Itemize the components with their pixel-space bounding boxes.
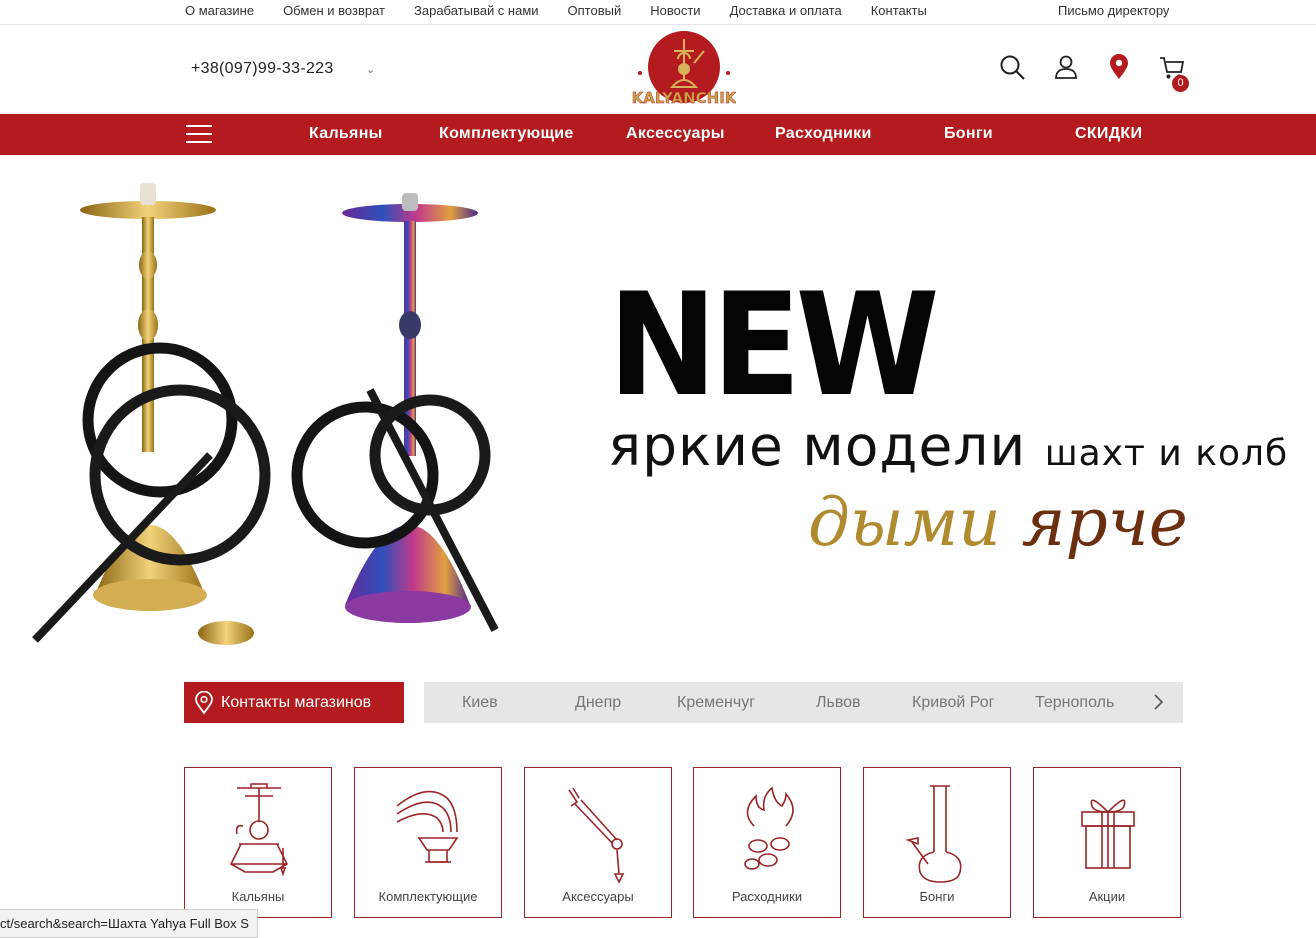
top-link-earn[interactable]: Зарабатывай с нами [414,3,539,18]
store-contacts-label: Контакты магазинов [221,693,372,711]
hero-subheadline-small: шахт и колб [1044,433,1289,474]
site-header: +38(097)99-33-223 ⌄ KALYANCHIK 0 [0,24,1316,115]
category-label: Аксессуары [562,889,634,904]
hero-script: дыми ярче [808,490,1188,556]
nav-components[interactable]: Комплектующие [439,125,574,143]
city-tab-ternopil[interactable]: Тернополь [1035,694,1114,712]
city-tab-kyiv[interactable]: Киев [462,694,498,712]
category-card-bongs[interactable]: Бонги [863,767,1011,918]
search-icon[interactable] [998,53,1026,81]
location-pin-icon [195,690,213,715]
city-tabs: Киев Днепр Кременчуг Львов Кривой Рог Те… [424,682,1183,723]
site-logo[interactable]: KALYANCHIK [631,29,738,111]
hero-subheadline: яркие модели шахт и колб [608,419,1288,474]
hero-banner[interactable]: NEW яркие модели шахт и колб дыми ярче [0,155,1316,660]
top-link-news[interactable]: Новости [650,3,700,18]
logo-text: KALYANCHIK [632,89,736,107]
location-pin-icon[interactable] [1105,53,1133,81]
nav-sale[interactable]: СКИДКИ [1075,125,1142,143]
city-tab-lviv[interactable]: Львов [816,694,861,712]
main-nav: Кальяны Комплектующие Аксессуары Расходн… [0,114,1316,155]
hookah-illustration [32,183,499,645]
menu-icon[interactable] [186,125,212,145]
phone-number[interactable]: +38(097)99-33-223 [191,60,334,78]
top-link-delivery[interactable]: Доставка и оплата [730,3,842,18]
category-card-consumables[interactable]: Расходники [693,767,841,918]
fire-coal-icon [744,786,794,870]
top-link-exchange[interactable]: Обмен и возврат [283,3,385,18]
chevron-right-icon[interactable] [1152,692,1166,717]
cart-count-badge: 0 [1172,75,1189,92]
top-link-contacts[interactable]: Контакты [871,3,927,18]
user-icon[interactable] [1052,53,1080,81]
category-card-promotions[interactable]: Акции [1033,767,1181,918]
category-label: Расходники [731,889,803,904]
hookah-icon [229,783,289,877]
category-label: Кальяны [231,889,285,904]
category-card-components[interactable]: Комплектующие [354,767,502,918]
top-link-about[interactable]: О магазине [185,3,254,18]
city-tab-dnipro[interactable]: Днепр [575,694,621,712]
bong-icon [905,785,962,883]
hose-bowl-icon [396,790,459,863]
hero-script-1: дыми [808,484,1001,561]
nav-hookahs[interactable]: Кальяны [309,125,383,143]
hero-script-2: ярче [1021,484,1188,561]
gift-icon [1081,799,1135,869]
nav-accessories[interactable]: Аксессуары [626,125,725,143]
city-tab-kremenchuk[interactable]: Кременчуг [677,694,755,712]
city-tab-kryvyi-rih[interactable]: Кривой Рог [912,694,994,712]
hero-headline: NEW [608,263,940,428]
top-link-wholesale[interactable]: Оптовый [568,3,622,18]
top-links: О магазине Обмен и возврат Зарабатывай с… [185,3,956,18]
category-label: Комплектующие [378,889,478,904]
nav-bongs[interactable]: Бонги [944,125,993,143]
category-label: Акции [1088,889,1126,904]
category-label: Бонги [919,889,955,904]
top-links-bar: О магазине Обмен и возврат Зарабатывай с… [0,0,1316,24]
browser-status-bar: ct/search&search=Шахта Yahya Full Box S [0,909,258,938]
category-card-hookahs[interactable]: Кальяны [184,767,332,918]
nav-consumables[interactable]: Расходники [775,125,872,143]
hero-subheadline-big: яркие модели [608,414,1027,478]
category-card-accessories[interactable]: Аксессуары [524,767,672,918]
top-link-director[interactable]: Письмо директору [1058,3,1169,18]
chevron-down-icon[interactable]: ⌄ [366,63,375,76]
tongs-icon [568,787,625,884]
store-contacts-button[interactable]: Контакты магазинов [184,682,404,723]
